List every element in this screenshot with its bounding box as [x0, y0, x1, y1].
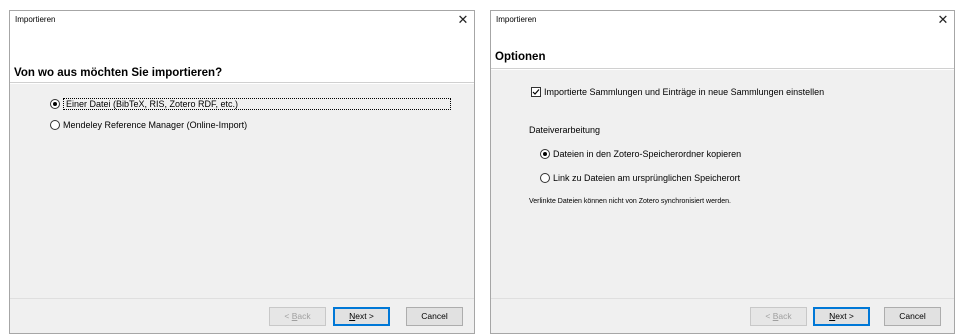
cancel-button[interactable]: Cancel — [406, 307, 463, 326]
close-icon[interactable]: ✕ — [936, 11, 950, 30]
radio-label-mendeley: Mendeley Reference Manager (Online-Impor… — [63, 120, 248, 130]
dialog-header: Von wo aus möchten Sie importieren? — [10, 33, 474, 83]
page-heading: Optionen — [495, 51, 546, 63]
radio-option-mendeley[interactable]: Mendeley Reference Manager (Online-Impor… — [50, 120, 247, 130]
checkbox-icon[interactable] — [531, 87, 541, 97]
dialog-body: Einer Datei (BibTeX, RIS, Zotero RDF, et… — [10, 84, 474, 298]
checkbox-label: Importierte Sammlungen und Einträge in n… — [544, 87, 825, 97]
checkbox-new-collections[interactable]: Importierte Sammlungen und Einträge in n… — [531, 87, 824, 97]
page-heading: Von wo aus möchten Sie importieren? — [14, 67, 223, 79]
sync-note: Verlinkte Dateien können nicht von Zoter… — [529, 198, 731, 205]
back-button[interactable]: < Back — [269, 307, 326, 326]
import-source-dialog: Importieren ✕ Von wo aus möchten Sie imp… — [9, 10, 475, 334]
next-button[interactable]: Next > — [333, 307, 390, 326]
next-button[interactable]: Next > — [813, 307, 870, 326]
close-icon[interactable]: ✕ — [456, 11, 470, 30]
radio-label-file: Einer Datei (BibTeX, RIS, Zotero RDF, et… — [63, 98, 451, 110]
radio-option-copy[interactable]: Dateien in den Zotero-Speicherordner kop… — [540, 149, 741, 159]
radio-button-icon[interactable] — [540, 173, 550, 183]
radio-button-icon[interactable] — [50, 120, 60, 130]
window-title: Importieren — [496, 15, 537, 24]
dialog-header: Optionen — [491, 33, 954, 69]
dialog-body: Importierte Sammlungen und Einträge in n… — [491, 70, 954, 298]
radio-option-file[interactable]: Einer Datei (BibTeX, RIS, Zotero RDF, et… — [50, 98, 451, 110]
radio-button-icon[interactable] — [540, 149, 550, 159]
import-options-dialog: Importieren ✕ Optionen Importierte Samml… — [490, 10, 955, 334]
radio-option-link[interactable]: Link zu Dateien am ursprünglichen Speich… — [540, 173, 740, 183]
dialog-footer: < Back Next > Cancel — [491, 298, 954, 333]
window-title: Importieren — [15, 15, 56, 24]
radio-label-copy: Dateien in den Zotero-Speicherordner kop… — [553, 149, 742, 159]
title-bar: Importieren ✕ — [491, 11, 954, 33]
file-section-label: Dateiverarbeitung — [529, 125, 601, 135]
radio-label-link: Link zu Dateien am ursprünglichen Speich… — [553, 173, 741, 183]
title-bar: Importieren ✕ — [10, 11, 474, 33]
dialog-footer: < Back Next > Cancel — [10, 298, 474, 333]
radio-button-icon[interactable] — [50, 99, 60, 109]
cancel-button[interactable]: Cancel — [884, 307, 941, 326]
back-button[interactable]: < Back — [750, 307, 807, 326]
